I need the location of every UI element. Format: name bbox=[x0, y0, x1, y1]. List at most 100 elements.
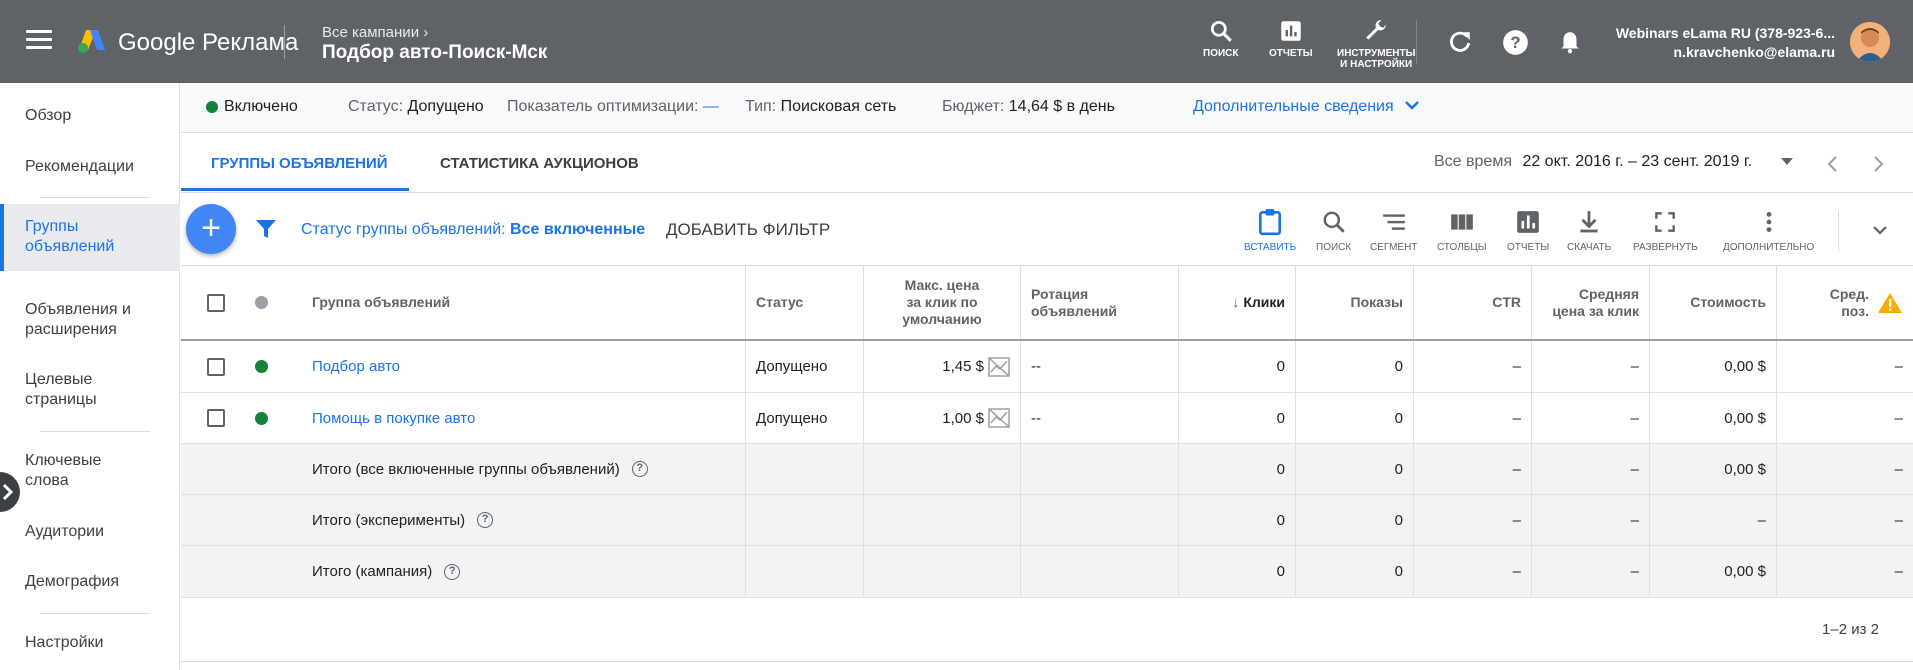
tab-auction-insights[interactable]: СТАТИСТИКА АУКЦИОНОВ bbox=[440, 155, 639, 172]
sidebar-item-label: Целевые bbox=[25, 371, 93, 388]
insert-button[interactable]: ВСТАВИТЬ bbox=[1244, 208, 1296, 253]
search-tool-button[interactable]: ПОИСК bbox=[1203, 18, 1238, 59]
col-avg-pos[interactable]: Сред. поз. bbox=[1777, 266, 1913, 339]
cost-cell: 0,00 $ bbox=[1650, 393, 1777, 443]
sidebar-item-keywords[interactable]: Ключевые слова bbox=[25, 451, 101, 491]
reports-tool-button[interactable]: ОТЧЕТЫ bbox=[1269, 18, 1312, 59]
date-range-value: 22 окт. 2016 г. – 23 сент. 2019 г. bbox=[1522, 153, 1753, 170]
search-button[interactable]: ПОИСК bbox=[1316, 208, 1351, 253]
col-impressions[interactable]: Показы bbox=[1296, 266, 1414, 339]
table-footer: 1–2 из 2 bbox=[181, 600, 1913, 662]
divider bbox=[40, 431, 150, 432]
col-max-cpc[interactable]: Макс. цена за клик по умолчанию bbox=[864, 266, 1021, 339]
download-button[interactable]: СКАЧАТЬ bbox=[1567, 208, 1611, 253]
bid-simulator-icon[interactable] bbox=[988, 356, 1010, 377]
row-checkbox[interactable] bbox=[207, 409, 225, 427]
segment-icon bbox=[1382, 214, 1405, 230]
row-select-cell bbox=[181, 341, 251, 392]
filter-prefix: Статус группы объявлений: bbox=[301, 221, 506, 238]
notifications-icon[interactable] bbox=[1557, 29, 1583, 55]
columns-button[interactable]: СТОЛБЦЫ bbox=[1437, 208, 1487, 253]
ad-group-link[interactable]: Подбор авто bbox=[312, 358, 400, 375]
col-max-cpc-line2: за клик по bbox=[906, 294, 978, 310]
col-status[interactable]: Статус bbox=[746, 266, 864, 339]
google-ads-logo bbox=[78, 30, 105, 53]
breadcrumb-label[interactable]: Все кампании bbox=[322, 24, 419, 41]
optimization-value[interactable]: — bbox=[703, 98, 719, 115]
avg-pos-cell: – bbox=[1894, 563, 1903, 580]
wrench-icon bbox=[1366, 20, 1386, 40]
select-all-checkbox[interactable] bbox=[207, 293, 225, 312]
insert-label: ВСТАВИТЬ bbox=[1244, 242, 1297, 253]
sidebar-item-demographics[interactable]: Демография bbox=[25, 572, 119, 592]
avg-pos-cell: – bbox=[1894, 358, 1903, 375]
avg-cpc-cell: – bbox=[1532, 341, 1650, 392]
reports-button[interactable]: ОТЧЕТЫ bbox=[1507, 208, 1549, 253]
filter-value: Все включенные bbox=[510, 221, 646, 238]
reports-icon bbox=[1517, 211, 1539, 233]
tools-label-line2: И НАСТРОЙКИ bbox=[1340, 59, 1413, 70]
add-ad-group-button[interactable]: + bbox=[186, 204, 236, 254]
help-icon[interactable]: ? bbox=[444, 563, 461, 580]
max-cpc-cell[interactable]: 1,00 $ bbox=[864, 393, 1021, 443]
next-period-icon[interactable] bbox=[1871, 155, 1885, 173]
campaign-type: Тип: Поисковая сеть bbox=[745, 98, 896, 116]
filter-icon[interactable] bbox=[255, 218, 277, 240]
col-avg-pos-line1: Сред. bbox=[1829, 285, 1869, 302]
bid-simulator-icon[interactable] bbox=[988, 408, 1010, 428]
enabled-status[interactable]: Включено bbox=[206, 98, 298, 116]
sidebar-item-recommendations[interactable]: Рекомендации bbox=[25, 157, 134, 177]
help-icon[interactable]: ? bbox=[477, 512, 494, 528]
sidebar-item-overview[interactable]: Обзор bbox=[25, 106, 71, 126]
help-icon[interactable]: ? bbox=[631, 461, 648, 477]
date-range-selector[interactable]: Все время 22 окт. 2016 г. – 23 сент. 201… bbox=[1434, 153, 1793, 171]
cost-cell: – bbox=[1650, 495, 1777, 545]
impressions-cell: 0 bbox=[1296, 495, 1414, 545]
active-filter-chip[interactable]: Статус группы объявлений: Все включенные bbox=[301, 221, 645, 239]
sidebar-item-ads-extensions[interactable]: Объявления и расширения bbox=[25, 300, 131, 340]
more-button[interactable]: ДОПОЛНИТЕЛЬНО bbox=[1723, 208, 1814, 253]
previous-period-icon[interactable] bbox=[1826, 155, 1840, 173]
sidebar-item-settings[interactable]: Настройки bbox=[25, 633, 103, 653]
avg-pos-cell: – bbox=[1894, 460, 1903, 478]
menu-icon[interactable] bbox=[26, 30, 52, 52]
refresh-icon[interactable] bbox=[1447, 29, 1473, 55]
add-filter-button[interactable]: ДОБАВИТЬ ФИЛЬТР bbox=[666, 220, 830, 240]
campaign-title[interactable]: Подбор авто-Поиск-Мск bbox=[322, 42, 547, 64]
help-icon[interactable]: ? bbox=[1502, 29, 1529, 56]
tab-ad-groups[interactable]: ГРУППЫ ОБЪЯВЛЕНИЙ bbox=[211, 155, 388, 172]
warning-icon[interactable] bbox=[1877, 292, 1903, 314]
ctr-cell: – bbox=[1414, 341, 1532, 392]
ad-group-link[interactable]: Помощь в покупке авто bbox=[312, 410, 475, 427]
breadcrumb[interactable]: Все кампании › bbox=[322, 24, 428, 41]
sidebar-item-landing-pages[interactable]: Целевые страницы bbox=[25, 370, 97, 410]
col-avg-cpc[interactable]: Средняя цена за клик bbox=[1532, 266, 1650, 339]
row-checkbox[interactable] bbox=[207, 357, 225, 376]
tools-settings-button[interactable]: ИНСТРУМЕНТЫ И НАСТРОЙКИ bbox=[1337, 18, 1415, 70]
col-clicks[interactable]: ↓ Клики bbox=[1179, 266, 1296, 339]
col-ctr[interactable]: CTR bbox=[1414, 266, 1532, 339]
status-info: Статус: Допущено bbox=[348, 98, 484, 116]
sidebar-item-audiences[interactable]: Аудитории bbox=[25, 522, 104, 542]
avatar[interactable] bbox=[1850, 22, 1890, 62]
type-label: Тип: bbox=[745, 98, 777, 115]
search-icon bbox=[1210, 20, 1232, 42]
status-cell: Допущено bbox=[746, 393, 864, 443]
sidebar-toggle-button[interactable] bbox=[0, 472, 20, 512]
sidebar-item-ad-groups[interactable]: Группы объявлений bbox=[0, 204, 180, 271]
col-rotation[interactable]: Ротация объявлений bbox=[1021, 266, 1179, 339]
max-cpc-cell[interactable]: 1,45 $ bbox=[864, 341, 1021, 392]
download-label: СКАЧАТЬ bbox=[1567, 242, 1612, 253]
expand-button[interactable]: РАЗВЕРНУТЬ bbox=[1633, 208, 1698, 253]
segment-button[interactable]: СЕГМЕНТ bbox=[1370, 208, 1417, 253]
col-ad-group[interactable]: Группа объявлений bbox=[271, 266, 746, 339]
empty-cell bbox=[746, 444, 864, 494]
chevron-down-icon[interactable] bbox=[1872, 224, 1888, 236]
more-details-button[interactable]: Дополнительные сведения bbox=[1193, 98, 1420, 116]
download-icon bbox=[1580, 211, 1598, 233]
avg-pos-cell: – bbox=[1894, 409, 1903, 427]
col-cost[interactable]: Стоимость bbox=[1650, 266, 1777, 339]
impressions-cell: 0 bbox=[1296, 444, 1414, 494]
account-switcher[interactable]: Webinars eLama RU (378-923-6... n.kravch… bbox=[1616, 24, 1835, 62]
row-select-cell bbox=[181, 393, 251, 443]
